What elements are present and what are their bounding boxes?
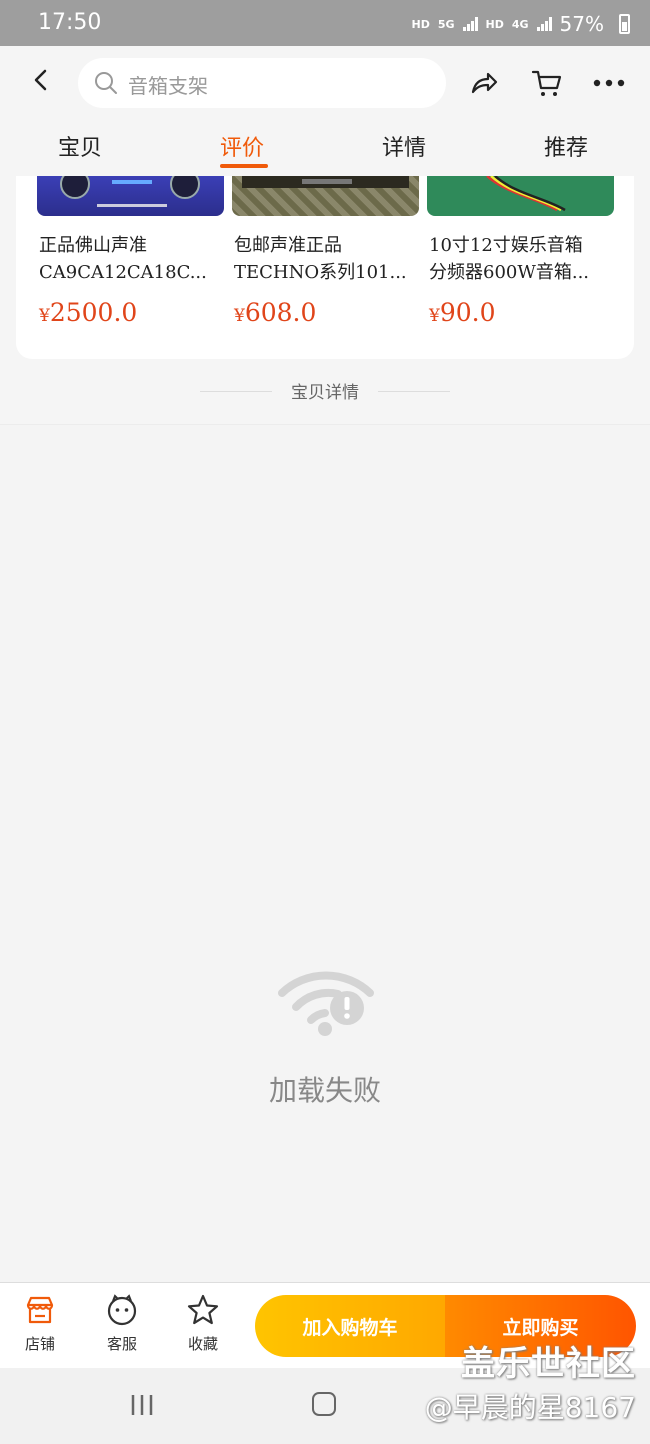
hd-indicator: HD bbox=[411, 17, 430, 31]
network-4g-indicator: 4G bbox=[511, 17, 529, 31]
store-icon bbox=[26, 1296, 54, 1324]
product-price: ¥608.0 bbox=[234, 298, 317, 327]
product-name: 包邮声准正品 TECHNO系列101... bbox=[234, 235, 407, 283]
tab-reviews[interactable]: 评价 bbox=[220, 130, 264, 162]
status-time: 17:50 bbox=[38, 10, 102, 35]
share-icon[interactable] bbox=[467, 66, 501, 100]
store-label: 店铺 bbox=[24, 1335, 55, 1353]
back-icon[interactable] bbox=[30, 68, 54, 92]
favorite-label: 收藏 bbox=[187, 1335, 218, 1353]
watermark-user: @早晨的星8167 bbox=[424, 1391, 636, 1424]
wifi-error-icon[interactable] bbox=[278, 967, 374, 1039]
status-bar: 17:50 HD 5G HD 4G 57% bbox=[0, 0, 650, 46]
search-placeholder: 音箱支架 bbox=[128, 74, 208, 98]
star-icon bbox=[187, 1294, 219, 1325]
error-message: 加载失败 bbox=[268, 1074, 381, 1107]
customer-service-label: 客服 bbox=[106, 1335, 137, 1353]
tab-details[interactable]: 详情 bbox=[382, 130, 426, 162]
add-to-cart-button[interactable]: 加入购物车 bbox=[255, 1295, 445, 1357]
product-name: 10寸12寸娱乐音箱 分频器600W音箱... bbox=[429, 235, 590, 283]
home-icon[interactable] bbox=[312, 1392, 336, 1416]
search-icon bbox=[95, 72, 117, 94]
tab-baobei[interactable]: 宝贝 bbox=[58, 130, 102, 162]
battery-percent: 57% bbox=[559, 12, 604, 36]
status-icons: HD 5G HD 4G 57% bbox=[411, 12, 604, 36]
product-price: ¥90.0 bbox=[429, 298, 496, 327]
product-image bbox=[232, 176, 419, 216]
detail-section-title: 宝贝详情 bbox=[200, 378, 450, 404]
top-bar: 音箱支架 宝贝 评价 详情 推荐 bbox=[0, 46, 650, 176]
hd-indicator-2: HD bbox=[485, 17, 504, 31]
more-icon[interactable] bbox=[592, 66, 626, 100]
tab-recommend[interactable]: 推荐 bbox=[544, 130, 588, 162]
section-tabs: 宝贝 评价 详情 推荐 bbox=[0, 126, 650, 176]
product-price: ¥2500.0 bbox=[39, 298, 138, 327]
product-name: 正品佛山声准 CA9CA12CA18C... bbox=[39, 235, 207, 283]
network-5g-indicator: 5G bbox=[437, 17, 455, 31]
battery-icon bbox=[619, 14, 630, 34]
favorite-button[interactable]: 收藏 bbox=[173, 1293, 233, 1354]
cart-icon[interactable] bbox=[530, 66, 564, 100]
product-image bbox=[427, 176, 614, 216]
search-input[interactable]: 音箱支架 bbox=[78, 58, 446, 108]
watermark-title: 盖乐世社区 bbox=[461, 1344, 636, 1384]
signal-icon bbox=[462, 17, 478, 31]
recent-apps-icon[interactable] bbox=[130, 1394, 154, 1416]
active-tab-indicator bbox=[220, 164, 268, 168]
store-button[interactable]: 店铺 bbox=[10, 1293, 70, 1354]
customer-service-button[interactable]: 客服 bbox=[92, 1293, 152, 1354]
signal-icon-2 bbox=[536, 17, 552, 31]
customer-service-icon bbox=[107, 1294, 137, 1326]
detail-content-area: 加载失败 bbox=[0, 424, 650, 1283]
recommend-card: 正品佛山声准 CA9CA12CA18C... ¥2500.0 包邮声准正品 TE… bbox=[16, 176, 634, 359]
product-image bbox=[37, 176, 224, 216]
